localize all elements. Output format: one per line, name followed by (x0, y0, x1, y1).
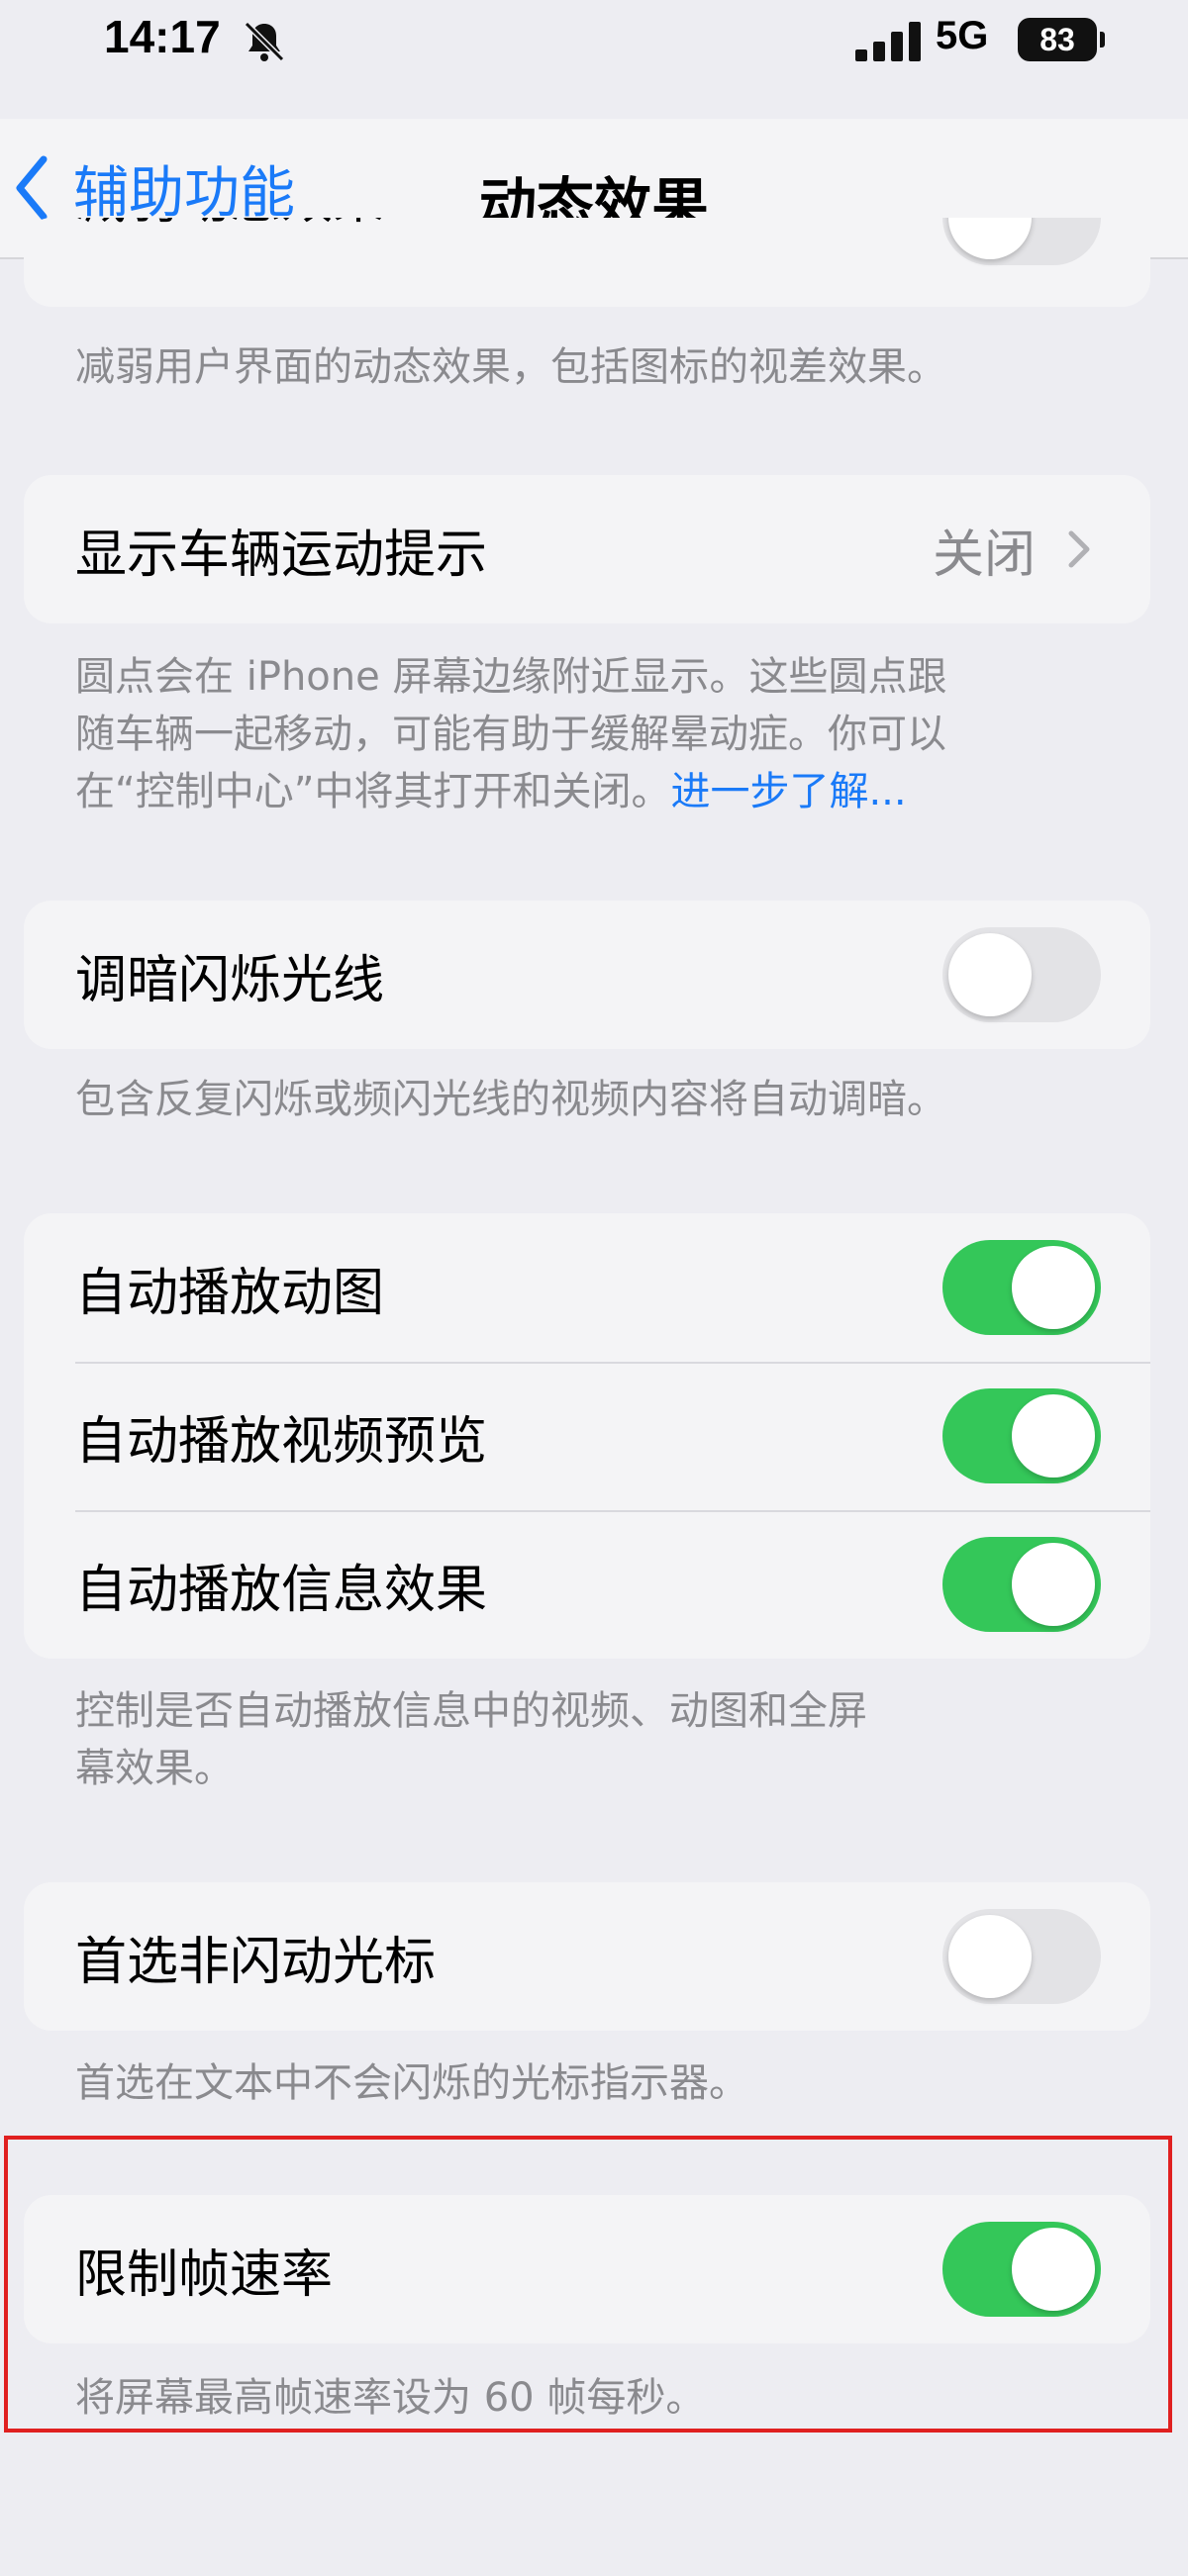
reduce-motion-toggle[interactable] (942, 218, 1101, 265)
vehicle-motion-value-text: 关闭 (932, 525, 1036, 585)
battery-icon: 83 (1018, 18, 1105, 61)
highlight-box (4, 2136, 1172, 2433)
vehicle-motion-label: 显示车辆运动提示 (75, 525, 488, 585)
autoplay-footer: 控制是否自动播放信息中的视频、动图和全屏 幕效果。 (75, 1682, 1125, 1797)
toggle-knob (1012, 1543, 1095, 1626)
non-blinking-cursor-row: 首选非闪动光标 (24, 1882, 1150, 2031)
autoplay-video-previews-toggle[interactable] (942, 1388, 1101, 1483)
vehicle-motion-footer-line2: 随车辆一起移动，可能有助于缓解晕动症。你可以 (75, 712, 946, 757)
non-blinking-cursor-footer: 首选在文本中不会闪烁的光标指示器。 (75, 2060, 748, 2106)
toggle-knob (948, 218, 1032, 259)
dim-flashing-toggle[interactable] (942, 927, 1101, 1022)
autoplay-message-effects-row: 自动播放信息效果 (24, 1510, 1150, 1659)
autoplay-message-effects-toggle[interactable] (942, 1537, 1101, 1632)
autoplay-animated-images-label: 自动播放动图 (75, 1263, 385, 1323)
toggle-knob (1012, 1246, 1095, 1329)
toggle-knob (948, 933, 1032, 1016)
reduce-motion-card: 减弱动态效果 (24, 218, 1150, 307)
status-bar: 14:17 5G 83 (0, 0, 1188, 89)
non-blinking-cursor-toggle[interactable] (942, 1909, 1101, 2004)
network-type: 5G (936, 14, 989, 57)
chevron-right-icon (1068, 530, 1090, 568)
toggle-knob (948, 1915, 1032, 1998)
cellular-signal-icon (855, 22, 921, 61)
dim-flashing-label: 调暗闪烁光线 (75, 950, 385, 1010)
vehicle-motion-footer-line3: 在“控制中心”中将其打开和关闭。 (75, 769, 671, 814)
dim-flashing-footer: 包含反复闪烁或频闪光线的视频内容将自动调暗。 (75, 1077, 946, 1122)
non-blinking-cursor-label: 首选非闪动光标 (75, 1932, 437, 1992)
learn-more-link[interactable]: 进一步了解... (670, 769, 906, 814)
vehicle-motion-footer: 圆点会在 iPhone 屏幕边缘附近显示。这些圆点跟 随车辆一起移动，可能有助于… (75, 648, 1125, 820)
reduce-motion-row[interactable]: 减弱动态效果 (24, 218, 1150, 307)
autoplay-footer-line2: 幕效果。 (75, 1746, 234, 1791)
status-time: 14:17 (104, 11, 221, 62)
autoplay-video-previews-row: 自动播放视频预览 (24, 1362, 1150, 1510)
vehicle-motion-footer-line3-wrap: 在“控制中心”中将其打开和关闭。进一步了解... (75, 763, 1125, 820)
autoplay-message-effects-label: 自动播放信息效果 (75, 1560, 488, 1620)
autoplay-animated-images-row: 自动播放动图 (24, 1213, 1150, 1362)
toggle-knob (1012, 1394, 1095, 1478)
autoplay-footer-line1: 控制是否自动播放信息中的视频、动图和全屏 (75, 1688, 867, 1734)
vehicle-motion-row[interactable]: 显示车辆运动提示 关闭 (24, 475, 1150, 623)
reduce-motion-footer: 减弱用户界面的动态效果，包括图标的视差效果。 (75, 344, 946, 390)
vehicle-motion-footer-line1: 圆点会在 iPhone 屏幕边缘附近显示。这些圆点跟 (75, 654, 947, 700)
autoplay-animated-images-toggle[interactable] (942, 1240, 1101, 1335)
vehicle-motion-card: 显示车辆运动提示 关闭 (24, 475, 1150, 623)
battery-level: 83 (1040, 21, 1075, 57)
autoplay-video-previews-label: 自动播放视频预览 (75, 1411, 488, 1472)
dim-flashing-row: 调暗闪烁光线 (24, 901, 1150, 1049)
reduce-motion-label: 减弱动态效果 (75, 218, 384, 233)
bell-slash-icon (244, 21, 285, 62)
vehicle-motion-value: 关闭 (933, 513, 1093, 587)
autoplay-card: 自动播放动图 自动播放视频预览 自动播放信息效果 (24, 1213, 1150, 1659)
dim-flashing-card: 调暗闪烁光线 (24, 901, 1150, 1049)
non-blinking-cursor-card: 首选非闪动光标 (24, 1882, 1150, 2031)
